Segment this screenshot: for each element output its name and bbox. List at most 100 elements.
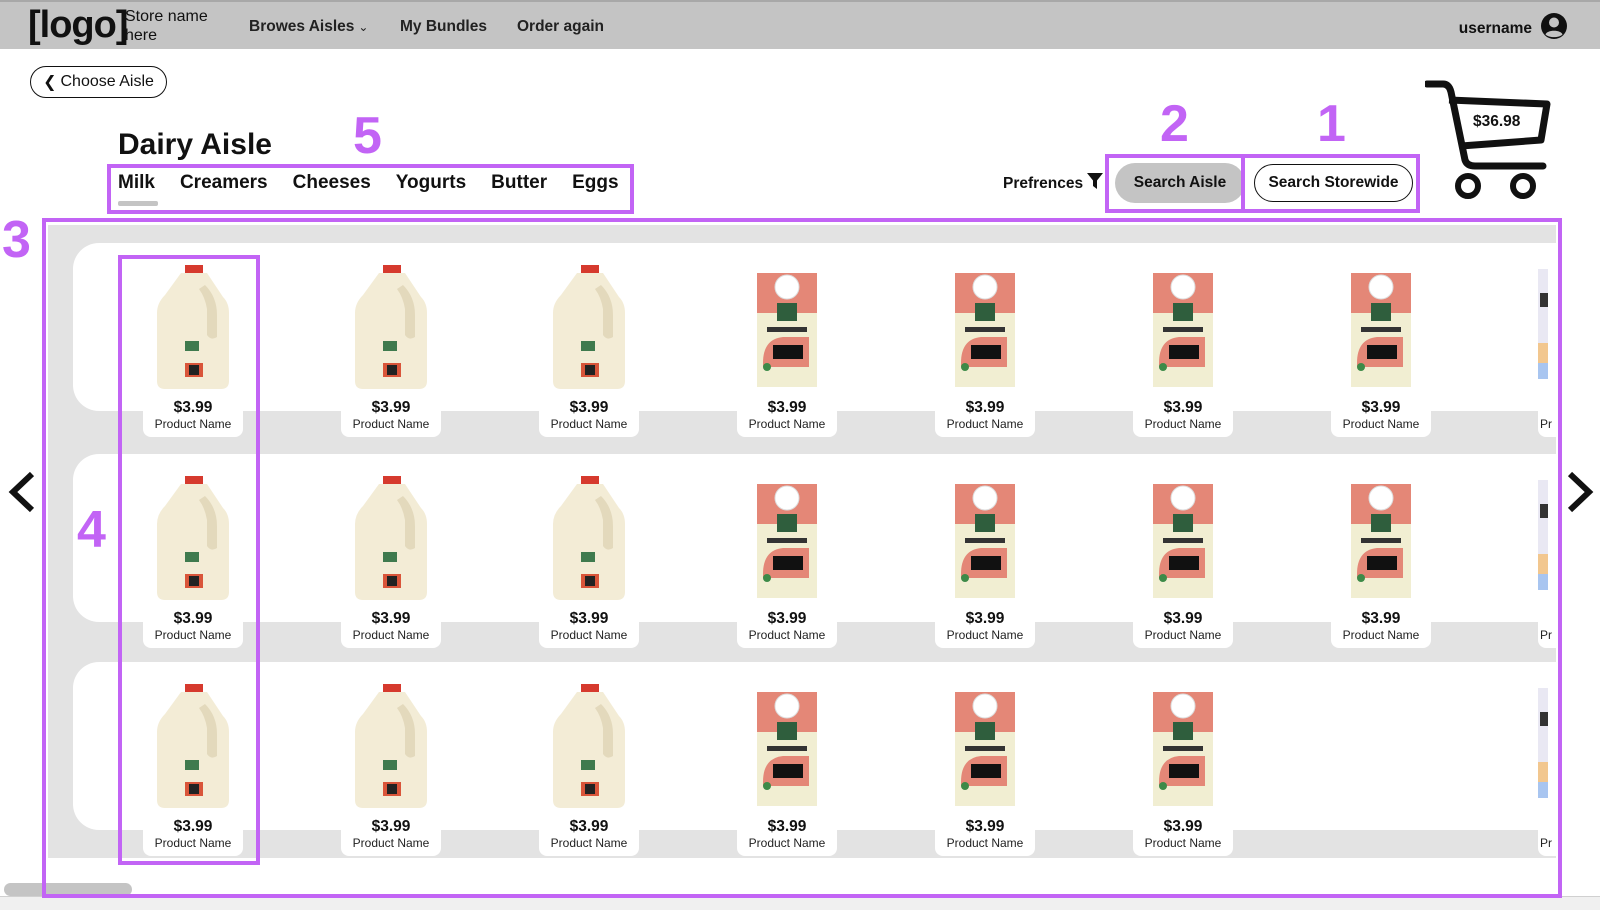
product-card[interactable]: $3.99 Product Name <box>935 263 1035 441</box>
choose-aisle-button[interactable]: ❮ Choose Aisle <box>30 66 167 98</box>
tab-eggs[interactable]: Eggs <box>572 172 618 200</box>
product-image <box>1538 682 1556 810</box>
product-price: $3.99 <box>569 399 609 416</box>
heavy-cream-carton-image <box>947 474 1023 602</box>
product-name: Product Name <box>946 628 1024 642</box>
product-label: $3.99 Product Name <box>539 812 639 856</box>
tab-butter[interactable]: Butter <box>491 172 547 200</box>
product-card[interactable]: $3.99 Product Name <box>737 682 837 860</box>
product-label: $3.99 Product Name <box>1133 812 1233 856</box>
product-price: $3.99 <box>173 818 213 835</box>
product-name: Pr <box>1540 417 1552 431</box>
product-card[interactable]: $3.99 Product Name <box>539 682 639 860</box>
product-name: Product Name <box>154 417 232 431</box>
product-card[interactable]: $3.99 Product Name <box>539 474 639 652</box>
chevron-down-icon: ⌄ <box>358 20 369 34</box>
product-label: $3.99 Product Name <box>143 812 243 856</box>
product-label: $3.99 Product Name <box>1331 604 1431 648</box>
product-price: $3.99 <box>371 818 411 835</box>
product-price: $3.99 <box>965 818 1005 835</box>
product-price: $3.99 <box>767 818 807 835</box>
product-label: $3.99 Product Name <box>737 604 837 648</box>
milk-jug-image <box>353 263 429 391</box>
product-name: Product Name <box>748 836 826 850</box>
shelf-footer <box>48 858 1556 893</box>
tab-milk[interactable]: Milk <box>118 172 158 206</box>
tab-creamers[interactable]: Creamers <box>180 172 268 200</box>
product-label: Pr <box>1538 393 1556 437</box>
logo[interactable]: [logo] <box>28 4 129 47</box>
milk-jug-image <box>353 474 429 602</box>
annotation-label-4: 4 <box>77 501 106 559</box>
product-card[interactable]: $3.99 Product Name <box>539 263 639 441</box>
tab-cheeses[interactable]: Cheeses <box>293 172 371 200</box>
preferences-button[interactable]: Prefrences <box>1003 172 1104 195</box>
product-card[interactable]: $3.99 Product Name <box>143 682 243 860</box>
product-card[interactable]: $3.99 Product Name <box>1331 474 1431 652</box>
tab-yogurts[interactable]: Yogurts <box>396 172 466 200</box>
product-price <box>1540 604 1556 628</box>
milk-jug-image <box>155 474 231 602</box>
product-card[interactable]: $3.99 Product Name <box>737 474 837 652</box>
product-card[interactable]: $3.99 Product Name <box>341 263 441 441</box>
product-name: Product Name <box>748 417 826 431</box>
product-card[interactable]: $3.99 Product Name <box>1133 263 1233 441</box>
chevron-right-icon <box>1567 471 1594 513</box>
heavy-cream-carton-image <box>1145 682 1221 810</box>
product-card[interactable]: $3.99 Product Name <box>935 682 1035 860</box>
product-label: $3.99 Product Name <box>341 604 441 648</box>
store-name: Store name here <box>125 8 208 44</box>
product-name: Product Name <box>1342 417 1420 431</box>
product-image <box>1538 474 1556 602</box>
horizontal-scrollbar[interactable] <box>4 883 132 896</box>
product-shelves[interactable]: $3.99 Product Name $3.99 Product Name $3.99 P… <box>48 225 1556 873</box>
heavy-cream-carton-image <box>947 682 1023 810</box>
product-label: $3.99 Product Name <box>935 604 1035 648</box>
product-card[interactable]: $3.99 Product Name <box>935 474 1035 652</box>
product-label: $3.99 Product Name <box>935 812 1035 856</box>
prev-arrow-button[interactable] <box>7 470 37 514</box>
product-price: $3.99 <box>371 610 411 627</box>
product-price: $3.99 <box>1163 399 1203 416</box>
product-card[interactable]: $3.99 Product Name <box>341 474 441 652</box>
product-name: Pr <box>1540 628 1552 642</box>
next-arrow-button[interactable] <box>1565 470 1595 514</box>
product-label: $3.99 Product Name <box>341 393 441 437</box>
product-card[interactable]: Pr <box>1538 682 1556 860</box>
nav-my-bundles[interactable]: My Bundles <box>400 18 487 36</box>
product-price: $3.99 <box>767 399 807 416</box>
milk-jug-image <box>353 682 429 810</box>
product-card[interactable]: $3.99 Product Name <box>1331 263 1431 441</box>
product-card[interactable]: $3.99 Product Name <box>341 682 441 860</box>
product-card[interactable]: $3.99 Product Name <box>1133 474 1233 652</box>
chevron-left-icon <box>8 471 35 513</box>
nav-order-again[interactable]: Order again <box>517 18 604 36</box>
search-aisle-button[interactable]: Search Aisle <box>1115 163 1245 203</box>
heavy-cream-carton-image <box>947 263 1023 391</box>
product-card[interactable]: Pr <box>1538 474 1556 652</box>
product-card[interactable]: $3.99 Product Name <box>143 474 243 652</box>
top-nav-bar: [logo] Store name here Browes Aisles ⌄ My… <box>0 0 1600 49</box>
product-card[interactable]: $3.99 Product Name <box>143 263 243 441</box>
annotation-label-1: 1 <box>1317 95 1346 153</box>
product-price: $3.99 <box>767 610 807 627</box>
user-circle-icon <box>1540 12 1568 45</box>
product-label: Pr <box>1538 812 1556 856</box>
product-card[interactable]: $3.99 Product Name <box>1133 682 1233 860</box>
user-menu[interactable]: username <box>1459 12 1568 45</box>
preferences-label: Prefrences <box>1003 174 1084 192</box>
product-card[interactable]: Pr <box>1538 263 1556 441</box>
product-price <box>1540 393 1556 417</box>
heavy-cream-carton-image <box>1145 263 1221 391</box>
search-storewide-button[interactable]: Search Storewide <box>1254 164 1413 202</box>
product-name: Product Name <box>352 628 430 642</box>
product-card[interactable]: $3.99 Product Name <box>737 263 837 441</box>
product-label: $3.99 Product Name <box>143 393 243 437</box>
nav-browse-aisles[interactable]: Browes Aisles ⌄ <box>249 18 368 36</box>
username: username <box>1458 19 1532 37</box>
cart-button[interactable]: $36.98 <box>1425 80 1555 202</box>
annotation-label-5: 5 <box>353 107 382 165</box>
product-price: $3.99 <box>1361 399 1401 416</box>
nav-browse-aisles-label: Browes Aisles <box>249 18 355 35</box>
product-price: $3.99 <box>1163 610 1203 627</box>
